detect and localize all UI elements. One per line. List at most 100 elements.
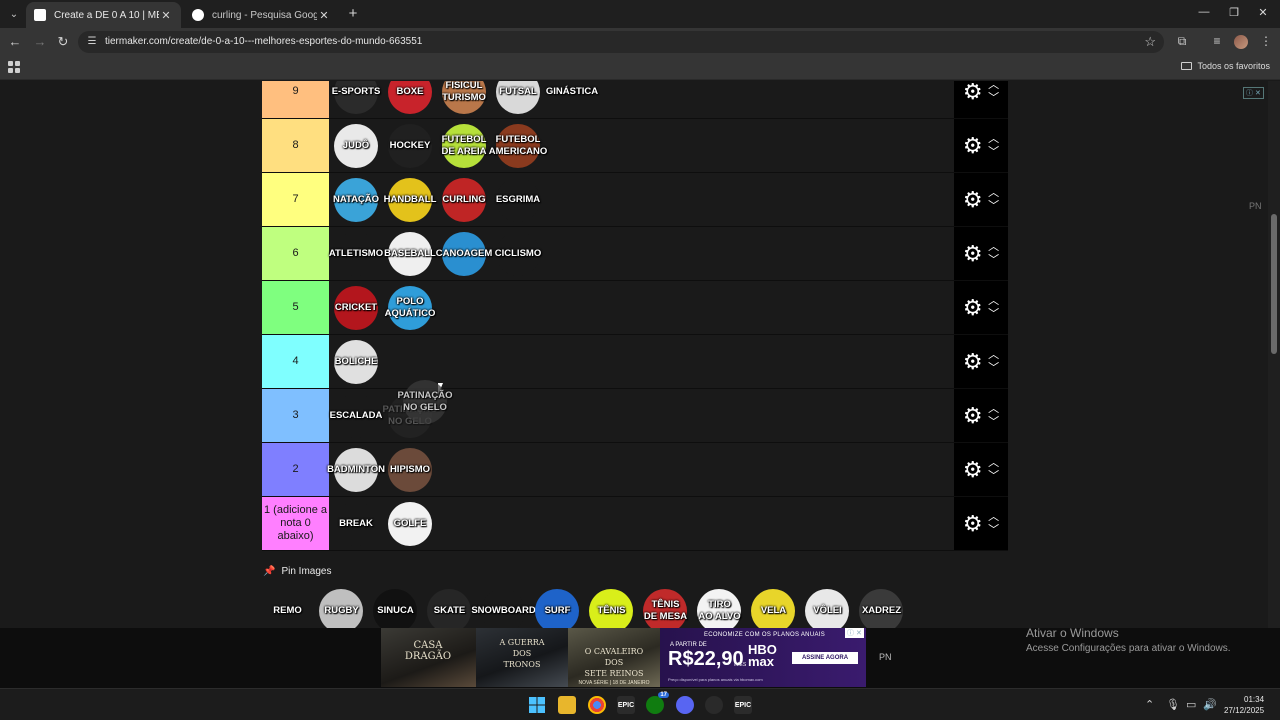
steam-icon[interactable]: [705, 696, 723, 714]
tier-image-item[interactable]: BREAK: [331, 499, 381, 549]
tier-image-item[interactable]: E-SPORTS: [331, 81, 381, 117]
tier-image-item[interactable]: ESCALADA: [330, 391, 382, 441]
ad-close-icon[interactable]: ⓘ ✕: [845, 628, 864, 638]
tier-image-item[interactable]: POLO AQUÁTICO: [385, 283, 435, 333]
move-down-icon[interactable]: ﹀: [988, 309, 999, 320]
tier-image-item[interactable]: REMO: [262, 586, 313, 628]
restore-icon[interactable]: ❐: [1226, 6, 1242, 19]
tab-close-icon[interactable]: ✕: [159, 9, 173, 22]
tier-image-item[interactable]: ESGRIMA: [493, 175, 543, 225]
tier-image-item[interactable]: BOXE: [385, 81, 435, 117]
tier-drop-zone[interactable]: CRICKET POLO AQUÁTICO: [329, 281, 954, 334]
tier-label[interactable]: 4: [262, 335, 329, 388]
gear-icon[interactable]: ⚙: [963, 81, 983, 103]
tier-image-item[interactable]: BADMINTON: [327, 445, 385, 495]
tier-image-item[interactable]: TIRO AO ALVO: [694, 586, 745, 628]
ad-image-guerra-tronos[interactable]: A GUERRA DOS TRONOS: [476, 628, 568, 687]
tier-image-item[interactable]: BASEBALL: [384, 229, 436, 279]
tier-label[interactable]: 5: [262, 281, 329, 334]
tier-image-item[interactable]: FUTEBOL AMERICANO: [489, 121, 547, 171]
gear-icon[interactable]: ⚙: [963, 458, 983, 481]
epic-games-2-icon[interactable]: EPIC: [734, 696, 752, 714]
tier-image-item[interactable]: VELA: [748, 586, 799, 628]
ad-image-cavaleiro[interactable]: O CAVALEIRO DOS SETE REINOS NOVA SÉRIE |…: [568, 628, 660, 687]
tier-image-item[interactable]: JUDÔ: [331, 121, 381, 171]
gear-icon[interactable]: ⚙: [963, 242, 983, 265]
volume-icon[interactable]: 🔊: [1203, 698, 1217, 711]
tier-image-item[interactable]: CICLISMO: [493, 229, 543, 279]
microphone-icon[interactable]: 🎙: [1166, 698, 1180, 711]
tier-image-item[interactable]: SURF: [532, 586, 583, 628]
tier-drop-zone[interactable]: BREAK GOLFE: [329, 497, 954, 550]
tab-close-icon[interactable]: ✕: [317, 9, 331, 22]
tier-image-item[interactable]: HIPISMO: [385, 445, 435, 495]
tier-image-item[interactable]: VÔLEI: [802, 586, 853, 628]
tier-label[interactable]: 3: [262, 389, 329, 442]
tier-label[interactable]: 1 (adicione a nota 0 abaixo): [262, 497, 329, 550]
tier-drop-zone[interactable]: JUDÔ HOCKEY FUTEBOL DE AREIA FUTEBOL AMERIC…: [329, 119, 954, 172]
move-up-icon[interactable]: ︿: [988, 404, 999, 415]
tier-image-item[interactable]: CRICKET: [331, 283, 381, 333]
subscribe-button[interactable]: ASSINE AGORA: [792, 652, 858, 664]
tier-label[interactable]: 9: [262, 81, 329, 118]
move-up-icon[interactable]: ︿: [988, 512, 999, 523]
window-close-icon[interactable]: ✕: [1255, 6, 1271, 19]
tier-image-item[interactable]: CANOAGEM: [436, 229, 492, 279]
dragged-image-item[interactable]: PATINAÇÃO NO GELO: [397, 377, 453, 427]
media-controls-icon[interactable]: ≡: [1209, 34, 1225, 48]
move-up-icon[interactable]: ︿: [988, 296, 999, 307]
move-up-icon[interactable]: ︿: [988, 350, 999, 361]
site-info-icon[interactable]: ☰: [86, 36, 98, 48]
tab-search-button[interactable]: ⌄: [4, 4, 24, 24]
tab-google-search[interactable]: curling - Pesquisa Google ✕: [184, 2, 339, 28]
tier-image-item[interactable]: CURLING: [439, 175, 489, 225]
network-icon[interactable]: ▭: [1186, 698, 1196, 711]
tier-image-item[interactable]: SINUCA: [370, 586, 421, 628]
tier-label[interactable]: 7: [262, 173, 329, 226]
tier-image-item[interactable]: RUGBY: [316, 586, 367, 628]
pin-images-toggle[interactable]: 📌 Pin Images: [263, 566, 331, 577]
apps-grid-icon[interactable]: [8, 61, 20, 73]
move-down-icon[interactable]: ﹀: [988, 363, 999, 374]
gear-icon[interactable]: ⚙: [963, 188, 983, 211]
discord-icon[interactable]: [676, 696, 694, 714]
move-down-icon[interactable]: ﹀: [988, 471, 999, 482]
tier-image-item[interactable]: XADREZ: [856, 586, 907, 628]
forward-icon[interactable]: →: [31, 33, 49, 51]
menu-kebab-icon[interactable]: ⋮: [1258, 34, 1274, 48]
file-explorer-icon[interactable]: [558, 696, 576, 714]
move-down-icon[interactable]: ﹀: [988, 93, 999, 104]
move-up-icon[interactable]: ︿: [988, 242, 999, 253]
tier-drop-zone[interactable]: ATLETISMO BASEBALL CANOAGEM CICLISMO: [329, 227, 954, 280]
back-icon[interactable]: ←: [6, 33, 24, 51]
tier-image-item[interactable]: TÊNIS DE MESA: [640, 586, 691, 628]
move-up-icon[interactable]: ︿: [988, 81, 999, 91]
tier-image-item[interactable]: TÊNIS: [586, 586, 637, 628]
tier-drop-zone[interactable]: BADMINTON HIPISMO: [327, 443, 954, 496]
gear-icon[interactable]: ⚙: [963, 404, 983, 427]
show-hidden-icons-icon[interactable]: ⌃: [1145, 698, 1154, 711]
epic-games-icon[interactable]: EPIC: [617, 696, 635, 714]
tier-label[interactable]: 8: [262, 119, 329, 172]
tier-image-item[interactable]: ATLETISMO: [329, 229, 383, 279]
gear-icon[interactable]: ⚙: [963, 512, 983, 535]
move-up-icon[interactable]: ︿: [988, 134, 999, 145]
profile-avatar[interactable]: [1234, 35, 1248, 49]
move-down-icon[interactable]: ﹀: [988, 255, 999, 266]
tier-drop-zone[interactable]: NATAÇÃO HANDBALL CURLING ESGRIMA: [329, 173, 954, 226]
tier-image-item[interactable]: NATAÇÃO: [331, 175, 381, 225]
start-icon[interactable]: [528, 696, 546, 714]
minimize-icon[interactable]: —: [1196, 6, 1212, 18]
tier-image-item[interactable]: SKATE: [424, 586, 475, 628]
chrome-icon[interactable]: [588, 696, 606, 714]
tier-image-item[interactable]: HANDBALL: [384, 175, 436, 225]
gear-icon[interactable]: ⚙: [963, 134, 983, 157]
gear-icon[interactable]: ⚙: [963, 296, 983, 319]
ad-choices-icon[interactable]: ⓘ ✕: [1243, 87, 1264, 99]
address-bar[interactable]: ☰ tiermaker.com/create/de-0-a-10---melho…: [78, 31, 1164, 53]
extensions-icon[interactable]: ⧉: [1174, 34, 1190, 49]
tier-image-item[interactable]: HOCKEY: [385, 121, 435, 171]
move-up-icon[interactable]: ︿: [988, 188, 999, 199]
tier-image-item[interactable]: FUTEBOL DE AREIA: [439, 121, 489, 171]
move-up-icon[interactable]: ︿: [988, 458, 999, 469]
